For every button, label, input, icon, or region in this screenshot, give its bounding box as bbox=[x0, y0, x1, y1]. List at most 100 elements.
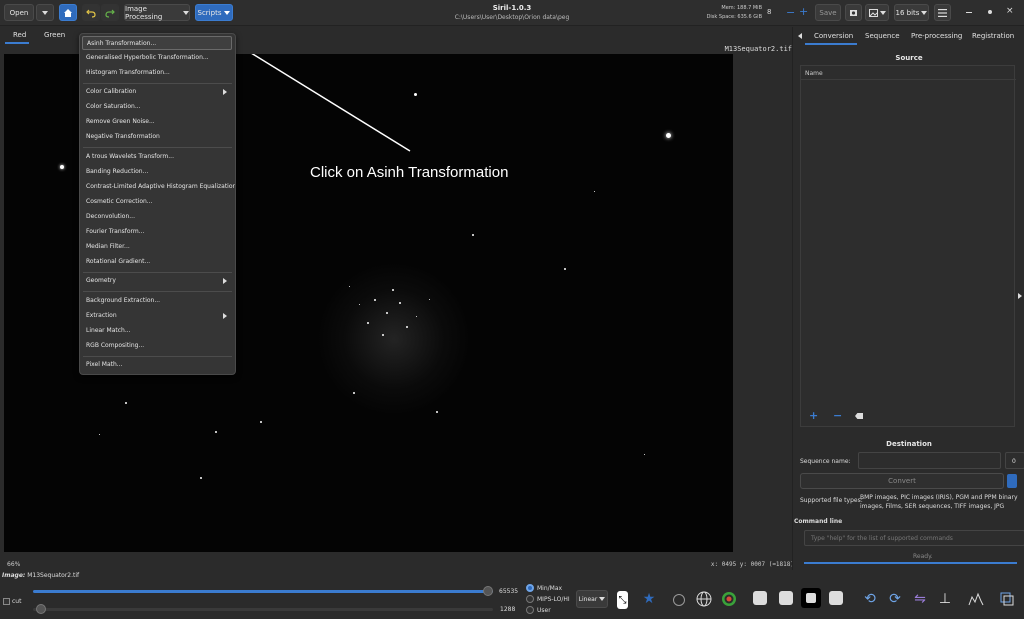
pan-icon[interactable] bbox=[670, 591, 688, 609]
undo-button[interactable] bbox=[82, 4, 100, 21]
supported-file-types-label: Supported file types: bbox=[800, 497, 863, 504]
tab-red-underline bbox=[5, 42, 29, 44]
menu-separator bbox=[83, 291, 232, 292]
menu-item-linear-match[interactable]: Linear Match... bbox=[80, 324, 235, 338]
close-icon[interactable]: × bbox=[1006, 6, 1014, 16]
save-as-dropdown[interactable] bbox=[865, 4, 889, 21]
chevron-down-icon bbox=[599, 597, 606, 601]
maximize-icon[interactable] bbox=[988, 10, 992, 14]
tab-red[interactable]: Red bbox=[13, 31, 26, 39]
minimize-icon[interactable] bbox=[966, 12, 972, 13]
add-files-button[interactable]: + bbox=[809, 409, 818, 422]
main-menu-button[interactable] bbox=[934, 4, 951, 21]
mode-radio-mips[interactable] bbox=[526, 595, 534, 603]
increase-threads-button[interactable]: + bbox=[799, 5, 808, 18]
scripts-menu-button[interactable]: Scripts bbox=[195, 4, 233, 21]
open-button[interactable]: Open bbox=[4, 4, 34, 21]
invert-icon[interactable]: ⤡ bbox=[617, 591, 628, 609]
high-slider[interactable] bbox=[33, 586, 493, 596]
mirror-y-icon[interactable]: ⊥ bbox=[936, 590, 954, 608]
mode-radio-minmax[interactable] bbox=[526, 584, 534, 592]
menu-item-clahe[interactable]: Contrast-Limited Adaptive Histogram Equa… bbox=[80, 180, 235, 194]
menu-item-ght[interactable]: Generalised Hyperbolic Transformation... bbox=[80, 51, 235, 65]
menu-item-remove-green[interactable]: Remove Green Noise... bbox=[80, 115, 235, 129]
menu-item-negative[interactable]: Negative Transformation bbox=[80, 130, 235, 144]
open-recent-dropdown[interactable] bbox=[36, 4, 54, 21]
color-view-icon[interactable] bbox=[779, 591, 793, 605]
menu-item-wavelets[interactable]: A trous Wavelets Transform... bbox=[80, 150, 235, 164]
menu-item-median[interactable]: Median Filter... bbox=[80, 240, 235, 254]
convert-options-toggle[interactable] bbox=[1007, 474, 1017, 488]
menu-item-geometry[interactable]: Geometry bbox=[80, 274, 235, 288]
statistics-icon[interactable] bbox=[998, 590, 1016, 608]
high-value[interactable]: 65535 bbox=[499, 588, 518, 595]
histogram-icon[interactable] bbox=[967, 590, 985, 608]
menu-item-deconvolution[interactable]: Deconvolution... bbox=[80, 210, 235, 224]
image-processing-label: Image Processing bbox=[125, 4, 163, 21]
globe-icon[interactable] bbox=[695, 590, 713, 608]
snapshot-button[interactable] bbox=[845, 4, 862, 21]
stretch-dropdown[interactable]: Linear bbox=[576, 590, 608, 608]
progress-bar bbox=[804, 562, 1017, 564]
menu-separator bbox=[83, 147, 232, 148]
sequence-name-input[interactable] bbox=[858, 452, 1001, 469]
menu-item-color-calibration[interactable]: Color Calibration bbox=[80, 85, 235, 99]
autostretch-star-icon[interactable]: ★ bbox=[640, 590, 658, 608]
menu-item-rgb-compositing[interactable]: RGB Compositing... bbox=[80, 339, 235, 353]
save-button[interactable]: Save bbox=[815, 4, 841, 21]
sequence-number-input[interactable]: 0 bbox=[1005, 452, 1024, 469]
low-slider[interactable] bbox=[33, 604, 493, 614]
tab-conversion[interactable]: Conversion bbox=[814, 32, 853, 40]
target-icon[interactable] bbox=[720, 590, 738, 608]
menu-item-pixel-math[interactable]: Pixel Math... bbox=[80, 358, 235, 372]
menu-item-banding[interactable]: Banding Reduction... bbox=[80, 165, 235, 179]
rotate-right-icon[interactable]: ⟳ bbox=[886, 590, 904, 608]
menu-separator bbox=[83, 83, 232, 84]
menu-item-rotational-gradient[interactable]: Rotational Gradient... bbox=[80, 255, 235, 269]
menu-item-extraction[interactable]: Extraction bbox=[80, 309, 235, 323]
low-slider-handle[interactable] bbox=[36, 604, 46, 614]
right-panel: Conversion Sequence Pre-processing Regis… bbox=[792, 27, 1024, 570]
supported-file-types-text: BMP images, PIC images (IRIS), PGM and P… bbox=[860, 494, 1018, 510]
menu-item-fourier[interactable]: Fourier Transform... bbox=[80, 225, 235, 239]
low-value[interactable]: 1288 bbox=[500, 606, 515, 613]
split-view-icon[interactable] bbox=[801, 588, 821, 608]
menu-item-histogram[interactable]: Histogram Transformation... bbox=[80, 66, 235, 80]
single-view-icon[interactable] bbox=[829, 591, 843, 605]
home-button[interactable] bbox=[59, 4, 77, 21]
menu-item-cosmetic[interactable]: Cosmetic Correction... bbox=[80, 195, 235, 209]
memory-readout: Mem: 188.7 MiB bbox=[721, 5, 762, 11]
tab-green[interactable]: Green bbox=[44, 31, 65, 39]
redo-button[interactable] bbox=[101, 4, 119, 21]
list-divider bbox=[801, 79, 1016, 80]
chevron-down-icon bbox=[921, 10, 928, 15]
remove-file-button[interactable]: − bbox=[833, 409, 842, 422]
tab-registration[interactable]: Registration bbox=[972, 32, 1014, 40]
high-slider-handle[interactable] bbox=[483, 586, 493, 596]
convert-button[interactable]: Convert bbox=[800, 473, 1004, 489]
bit-depth-label: 16 bits bbox=[895, 8, 920, 17]
menu-item-background-extraction[interactable]: Background Extraction... bbox=[80, 294, 235, 308]
undo-icon bbox=[86, 9, 96, 18]
command-input[interactable]: Type "help" for the list of supported co… bbox=[804, 530, 1024, 546]
mode-label-user: User bbox=[537, 607, 551, 614]
source-file-list[interactable]: Name bbox=[800, 65, 1016, 427]
zoom-level: 66% bbox=[7, 561, 21, 568]
rotate-left-icon[interactable]: ⟲ bbox=[861, 590, 879, 608]
name-column-header[interactable]: Name bbox=[805, 70, 823, 77]
mirror-x-icon[interactable]: ⇋ bbox=[911, 590, 929, 608]
submenu-arrow-icon bbox=[223, 313, 227, 319]
panel-collapse-icon[interactable] bbox=[798, 33, 802, 39]
decrease-threads-button[interactable]: − bbox=[786, 6, 795, 19]
thread-count: 8 bbox=[767, 8, 772, 16]
tab-preprocessing[interactable]: Pre-processing bbox=[911, 32, 962, 40]
cut-checkbox[interactable] bbox=[3, 598, 10, 605]
menu-item-color-saturation[interactable]: Color Saturation... bbox=[80, 100, 235, 114]
image-processing-menu-button[interactable]: Image Processing bbox=[124, 4, 190, 21]
tab-sequence[interactable]: Sequence bbox=[865, 32, 900, 40]
mode-radio-user[interactable] bbox=[526, 606, 534, 614]
bit-depth-dropdown[interactable]: 16 bits bbox=[894, 4, 929, 21]
menu-item-asinh[interactable]: Asinh Transformation... bbox=[82, 36, 232, 50]
rgb-view-icon[interactable] bbox=[753, 591, 767, 605]
panel-expand-icon[interactable] bbox=[1018, 293, 1022, 299]
